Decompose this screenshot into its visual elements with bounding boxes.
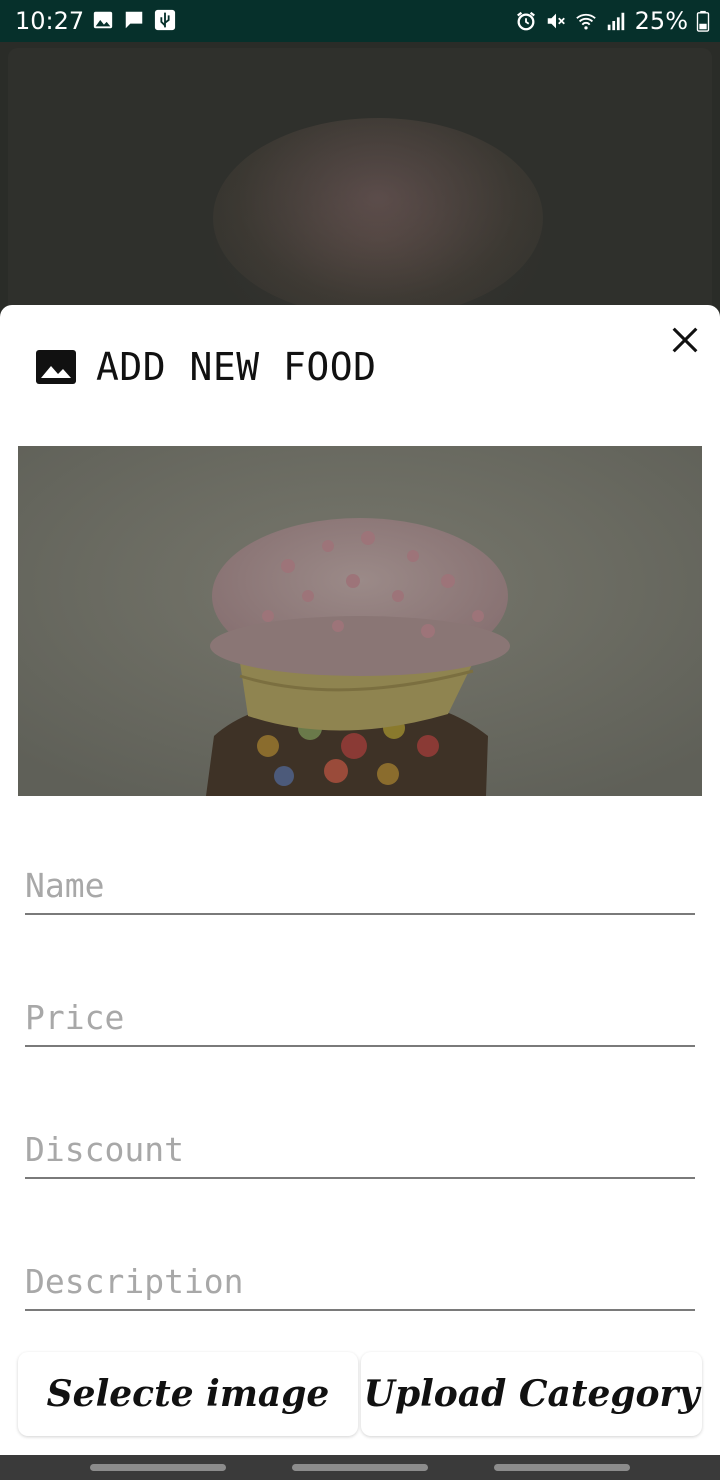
- chat-icon: [125, 11, 143, 29]
- page-title: ADD NEW FOOD: [96, 345, 377, 389]
- alarm-icon: [516, 11, 535, 31]
- description-field[interactable]: [25, 1239, 695, 1311]
- background-food-card: [8, 48, 712, 328]
- nav-home-button[interactable]: [292, 1464, 428, 1471]
- upload-category-button[interactable]: Upload Category: [361, 1352, 702, 1436]
- notification-icons: [92, 9, 176, 31]
- usb-icon: [154, 9, 176, 31]
- name-input[interactable]: [25, 866, 695, 905]
- cupcake-photo: [18, 446, 702, 796]
- system-icons: 25%: [515, 7, 710, 35]
- mute-icon: [547, 13, 565, 29]
- sheet-header: ADD NEW FOOD: [36, 345, 377, 389]
- status-time: 10:27: [15, 7, 85, 35]
- description-input[interactable]: [25, 1262, 695, 1301]
- price-field[interactable]: [25, 975, 695, 1047]
- battery-percent: 25%: [634, 7, 688, 35]
- nav-recents-button[interactable]: [90, 1464, 226, 1471]
- image-icon: [36, 350, 76, 384]
- discount-field[interactable]: [25, 1107, 695, 1179]
- status-bar: 10:27 25%: [0, 0, 720, 42]
- signal-icon: [607, 12, 624, 31]
- background-food-image: [213, 118, 543, 318]
- wifi-icon: [575, 13, 596, 30]
- discount-input[interactable]: [25, 1130, 695, 1169]
- name-field[interactable]: [25, 843, 695, 915]
- close-button[interactable]: [668, 323, 702, 357]
- navigation-bar: [0, 1455, 720, 1480]
- nav-back-button[interactable]: [494, 1464, 630, 1471]
- select-image-button[interactable]: Selecte image: [18, 1352, 358, 1436]
- food-preview-image[interactable]: [18, 446, 702, 796]
- price-input[interactable]: [25, 998, 695, 1037]
- add-food-sheet: ADD NEW FOOD Name Price Discount Descrip…: [0, 305, 720, 1455]
- close-icon: [672, 327, 698, 353]
- battery-icon: [696, 10, 710, 32]
- image-icon: [93, 11, 113, 29]
